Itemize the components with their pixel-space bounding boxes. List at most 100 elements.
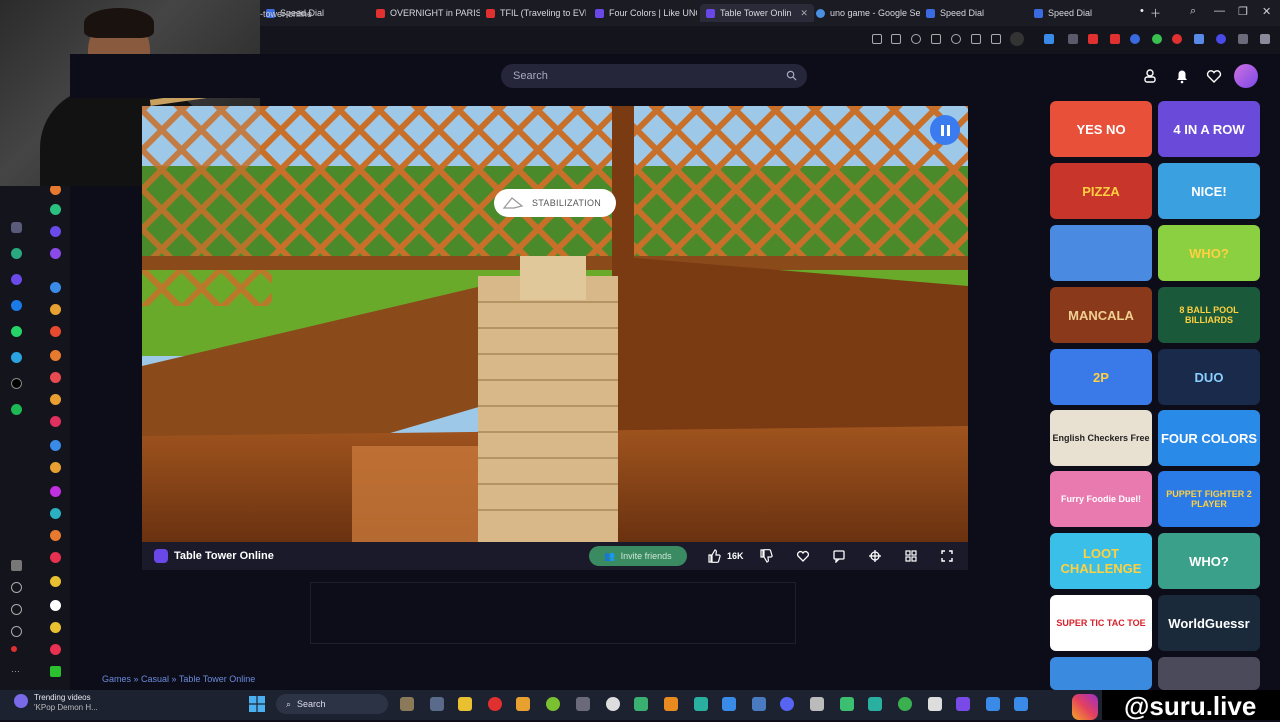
app-icon[interactable]: [1014, 697, 1028, 711]
vpn-icon[interactable]: [1010, 32, 1024, 46]
game-tile[interactable]: NICE!: [1158, 163, 1260, 219]
app-icon[interactable]: [928, 697, 942, 711]
game-icon-17[interactable]: [50, 552, 61, 563]
opera-icon[interactable]: [488, 697, 502, 711]
tab-uno-google[interactable]: uno game - Google Sear: [816, 4, 920, 22]
favorites-icon[interactable]: [1205, 67, 1223, 85]
game-tile[interactable]: DUO: [1158, 349, 1260, 405]
shield-icon[interactable]: [911, 34, 921, 44]
tab-overnight-paris[interactable]: OVERNIGHT in PARIS CAT: [376, 4, 480, 22]
like-button[interactable]: 16K: [707, 549, 744, 563]
play-icon[interactable]: [931, 34, 941, 44]
x-icon[interactable]: [11, 378, 22, 389]
ext-9-icon[interactable]: [1216, 34, 1226, 44]
breadcrumb[interactable]: Games » Casual » Table Tower Online: [102, 674, 255, 684]
more-icon[interactable]: ···: [11, 666, 22, 677]
game-tile[interactable]: English Checkers Free: [1050, 410, 1152, 466]
file-explorer-icon[interactable]: [458, 697, 472, 711]
tab-table-tower-online[interactable]: Table Tower Onlin ✕: [700, 4, 814, 22]
game-icon-8[interactable]: [50, 350, 61, 361]
spotify-icon[interactable]: [11, 404, 22, 415]
app-icon[interactable]: [956, 697, 970, 711]
camera-icon[interactable]: [891, 34, 901, 44]
game-tile[interactable]: 8 BALL POOL BILLIARDS: [1158, 287, 1260, 343]
vlc-icon[interactable]: [664, 697, 678, 711]
game-tile[interactable]: PUPPET FIGHTER 2 PLAYER: [1158, 471, 1260, 527]
widget-icon[interactable]: [400, 697, 414, 711]
app-icon[interactable]: [634, 697, 648, 711]
game-icon-2[interactable]: [50, 204, 61, 215]
grid-icon[interactable]: [11, 560, 22, 571]
settings-icon[interactable]: [11, 626, 22, 637]
trending-widget[interactable]: Trending videos 'KPop Demon H...: [34, 693, 98, 713]
game-tile[interactable]: 4 IN A ROW: [1158, 101, 1260, 157]
ext-5-icon[interactable]: [1130, 34, 1140, 44]
report-icon[interactable]: [832, 549, 846, 563]
app-icon[interactable]: [546, 697, 560, 711]
game-icon-7[interactable]: [50, 326, 61, 337]
game-icon-16[interactable]: [50, 530, 61, 541]
thumbs-down-icon[interactable]: [759, 549, 773, 563]
ext-2-icon[interactable]: [1068, 34, 1078, 44]
chatgpt-icon[interactable]: [11, 248, 22, 259]
tab-four-colors[interactable]: Four Colors | Like UNO C: [595, 4, 697, 22]
game-icon-14[interactable]: [50, 486, 61, 497]
tab-speed-dial-2[interactable]: Speed Dial: [926, 4, 1026, 22]
ext-8-icon[interactable]: [1194, 34, 1204, 44]
game-canvas[interactable]: [142, 106, 968, 542]
app-icon[interactable]: [694, 697, 708, 711]
app-icon[interactable]: [868, 697, 882, 711]
url-text[interactable]: -tower-online: [260, 9, 312, 19]
close-tab-icon[interactable]: ✕: [800, 8, 808, 19]
app-icon[interactable]: [516, 697, 530, 711]
app-icon[interactable]: [986, 697, 1000, 711]
game-tile[interactable]: WHO?: [1158, 225, 1260, 281]
app-icon[interactable]: [752, 697, 766, 711]
avatar[interactable]: [1234, 64, 1258, 88]
game-tile[interactable]: FOUR COLORS: [1158, 410, 1260, 466]
game-tile[interactable]: WorldGuessr: [1158, 595, 1260, 651]
game-tile[interactable]: LOOT CHALLENGE: [1050, 533, 1152, 589]
app-icon[interactable]: [576, 697, 590, 711]
game-tile[interactable]: PIZZA: [1050, 163, 1152, 219]
edit-icon[interactable]: [872, 34, 882, 44]
app-icon[interactable]: [898, 697, 912, 711]
game-icon-4[interactable]: [50, 248, 61, 259]
telegram-icon[interactable]: [11, 352, 22, 363]
game-tile[interactable]: 2P: [1050, 349, 1152, 405]
ext-6-icon[interactable]: [1152, 34, 1162, 44]
embed-icon[interactable]: [868, 549, 882, 563]
game-tile[interactable]: YES NO: [1050, 101, 1152, 157]
notifications-icon[interactable]: [1173, 67, 1191, 85]
whatsapp-icon[interactable]: [11, 326, 22, 337]
invite-friends-button[interactable]: 👥 Invite friends: [589, 546, 687, 566]
search-input[interactable]: Search: [501, 64, 807, 88]
settings-icon[interactable]: [810, 697, 824, 711]
maximize-icon[interactable]: ❐: [1238, 5, 1248, 18]
heart-icon[interactable]: [796, 549, 810, 563]
ext-10-icon[interactable]: [1238, 34, 1248, 44]
game-tile[interactable]: [1158, 657, 1260, 690]
app-icon[interactable]: [11, 274, 22, 285]
game-tile[interactable]: WHO?: [1158, 533, 1260, 589]
game-tile[interactable]: [1050, 657, 1152, 690]
app-icon[interactable]: [840, 697, 854, 711]
new-tab-icon[interactable]: ＋: [1150, 5, 1161, 21]
game-tile[interactable]: [1050, 225, 1152, 281]
windows-start-icon[interactable]: [249, 696, 265, 712]
ext-7-icon[interactable]: [1172, 34, 1182, 44]
game-icon-15[interactable]: [50, 508, 61, 519]
minimize-icon[interactable]: —: [1214, 5, 1225, 17]
task-view-icon[interactable]: [430, 697, 444, 711]
aria-icon[interactable]: [11, 222, 22, 233]
pause-button[interactable]: [930, 115, 960, 145]
search-tabs-icon[interactable]: ⌕: [1190, 5, 1196, 18]
messenger-icon[interactable]: [11, 300, 22, 311]
tab-speed-dial-3[interactable]: Speed Dial: [1034, 4, 1134, 22]
history-icon[interactable]: [11, 604, 22, 615]
game-icon-10[interactable]: [50, 394, 61, 405]
game-icon-21[interactable]: [50, 644, 61, 655]
game-icon-13[interactable]: [50, 462, 61, 473]
game-icon-20[interactable]: [50, 622, 61, 633]
chrome-icon[interactable]: [606, 697, 620, 711]
